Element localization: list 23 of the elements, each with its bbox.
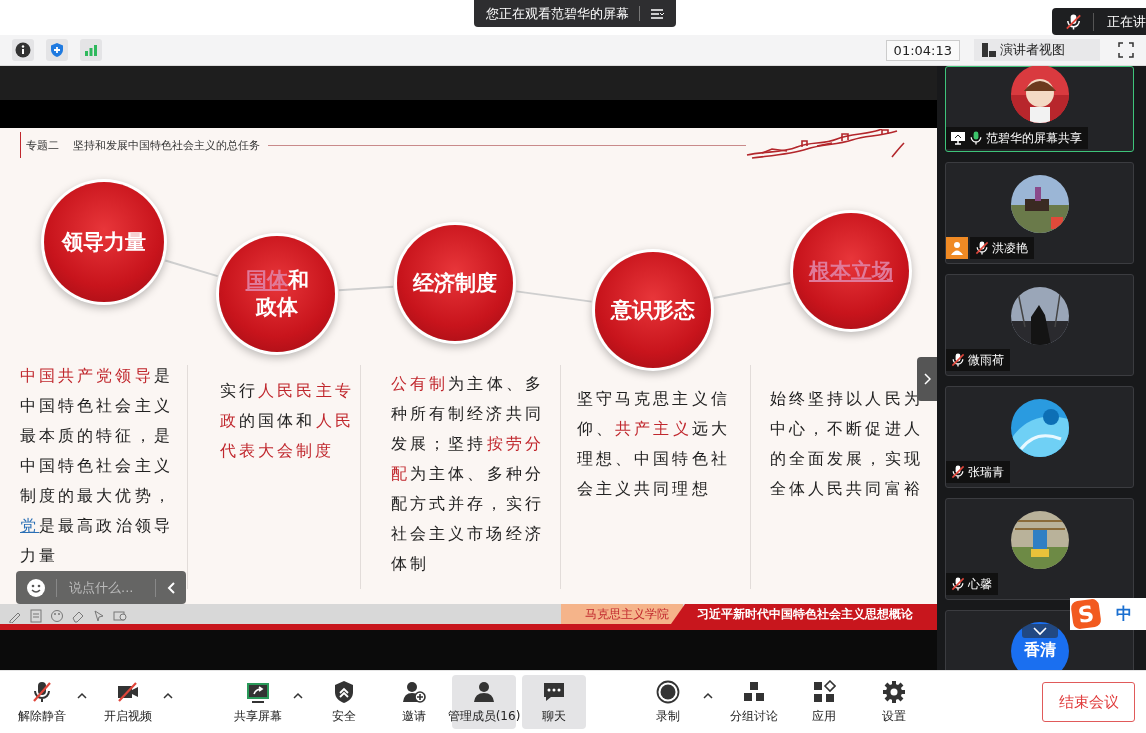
name-label: 张瑞青 [946, 461, 1010, 483]
circle-title: 经济制度 [413, 269, 497, 297]
course-title: 习近平新时代中国特色社会主义思想概论 [671, 604, 937, 624]
meeting-timer: 01:04:13 [885, 39, 960, 61]
circle-title: 国体和 政体 [245, 267, 309, 321]
name-label: 心馨 [946, 573, 998, 595]
banner-text: 您正在观看范碧华的屏幕 [486, 4, 629, 23]
circle-title: 意识形态 [611, 296, 695, 324]
circle-title: 领导力量 [62, 228, 146, 256]
name-label: 洪凌艳 [970, 237, 1034, 259]
column-text: 中国共产党领导 是中国特色社会主义最本质的特征，是中国特色社会主义制度的最大优势， 党 是最高政治领导力量 [20, 365, 174, 567]
name-label: 微雨荷 [946, 349, 1010, 371]
column-text: 公有制 为主体、多种所有制经济共同发展；坚持 按劳分配 为主体、多种分配方式并存，实行社会主义市场经济体制 [391, 373, 545, 575]
topic-label: 专题二 [26, 137, 59, 153]
name-label: 范碧华的屏幕共享 [946, 127, 1088, 149]
slide-subtitle: 坚持和发展中国特色社会主义的总任务 [73, 137, 260, 153]
column-text: 始终坚持以人民为中心，不断促进人的全面发展，实现全体人民共同富裕 [770, 388, 924, 500]
column-text: 坚守马克思主义信仰、共产主义 远大理想、中国特色社会主义共同理想 [577, 388, 731, 500]
school-label: 马克思主义学院 [561, 604, 683, 624]
ime-logo: S [1070, 598, 1102, 630]
avatar-text: 香清 [1023, 640, 1056, 660]
speaking-text: 正在讲 [1107, 12, 1146, 31]
column-text: 实行人民民主专政 的国体和 人民代表大会制度 [220, 380, 355, 462]
